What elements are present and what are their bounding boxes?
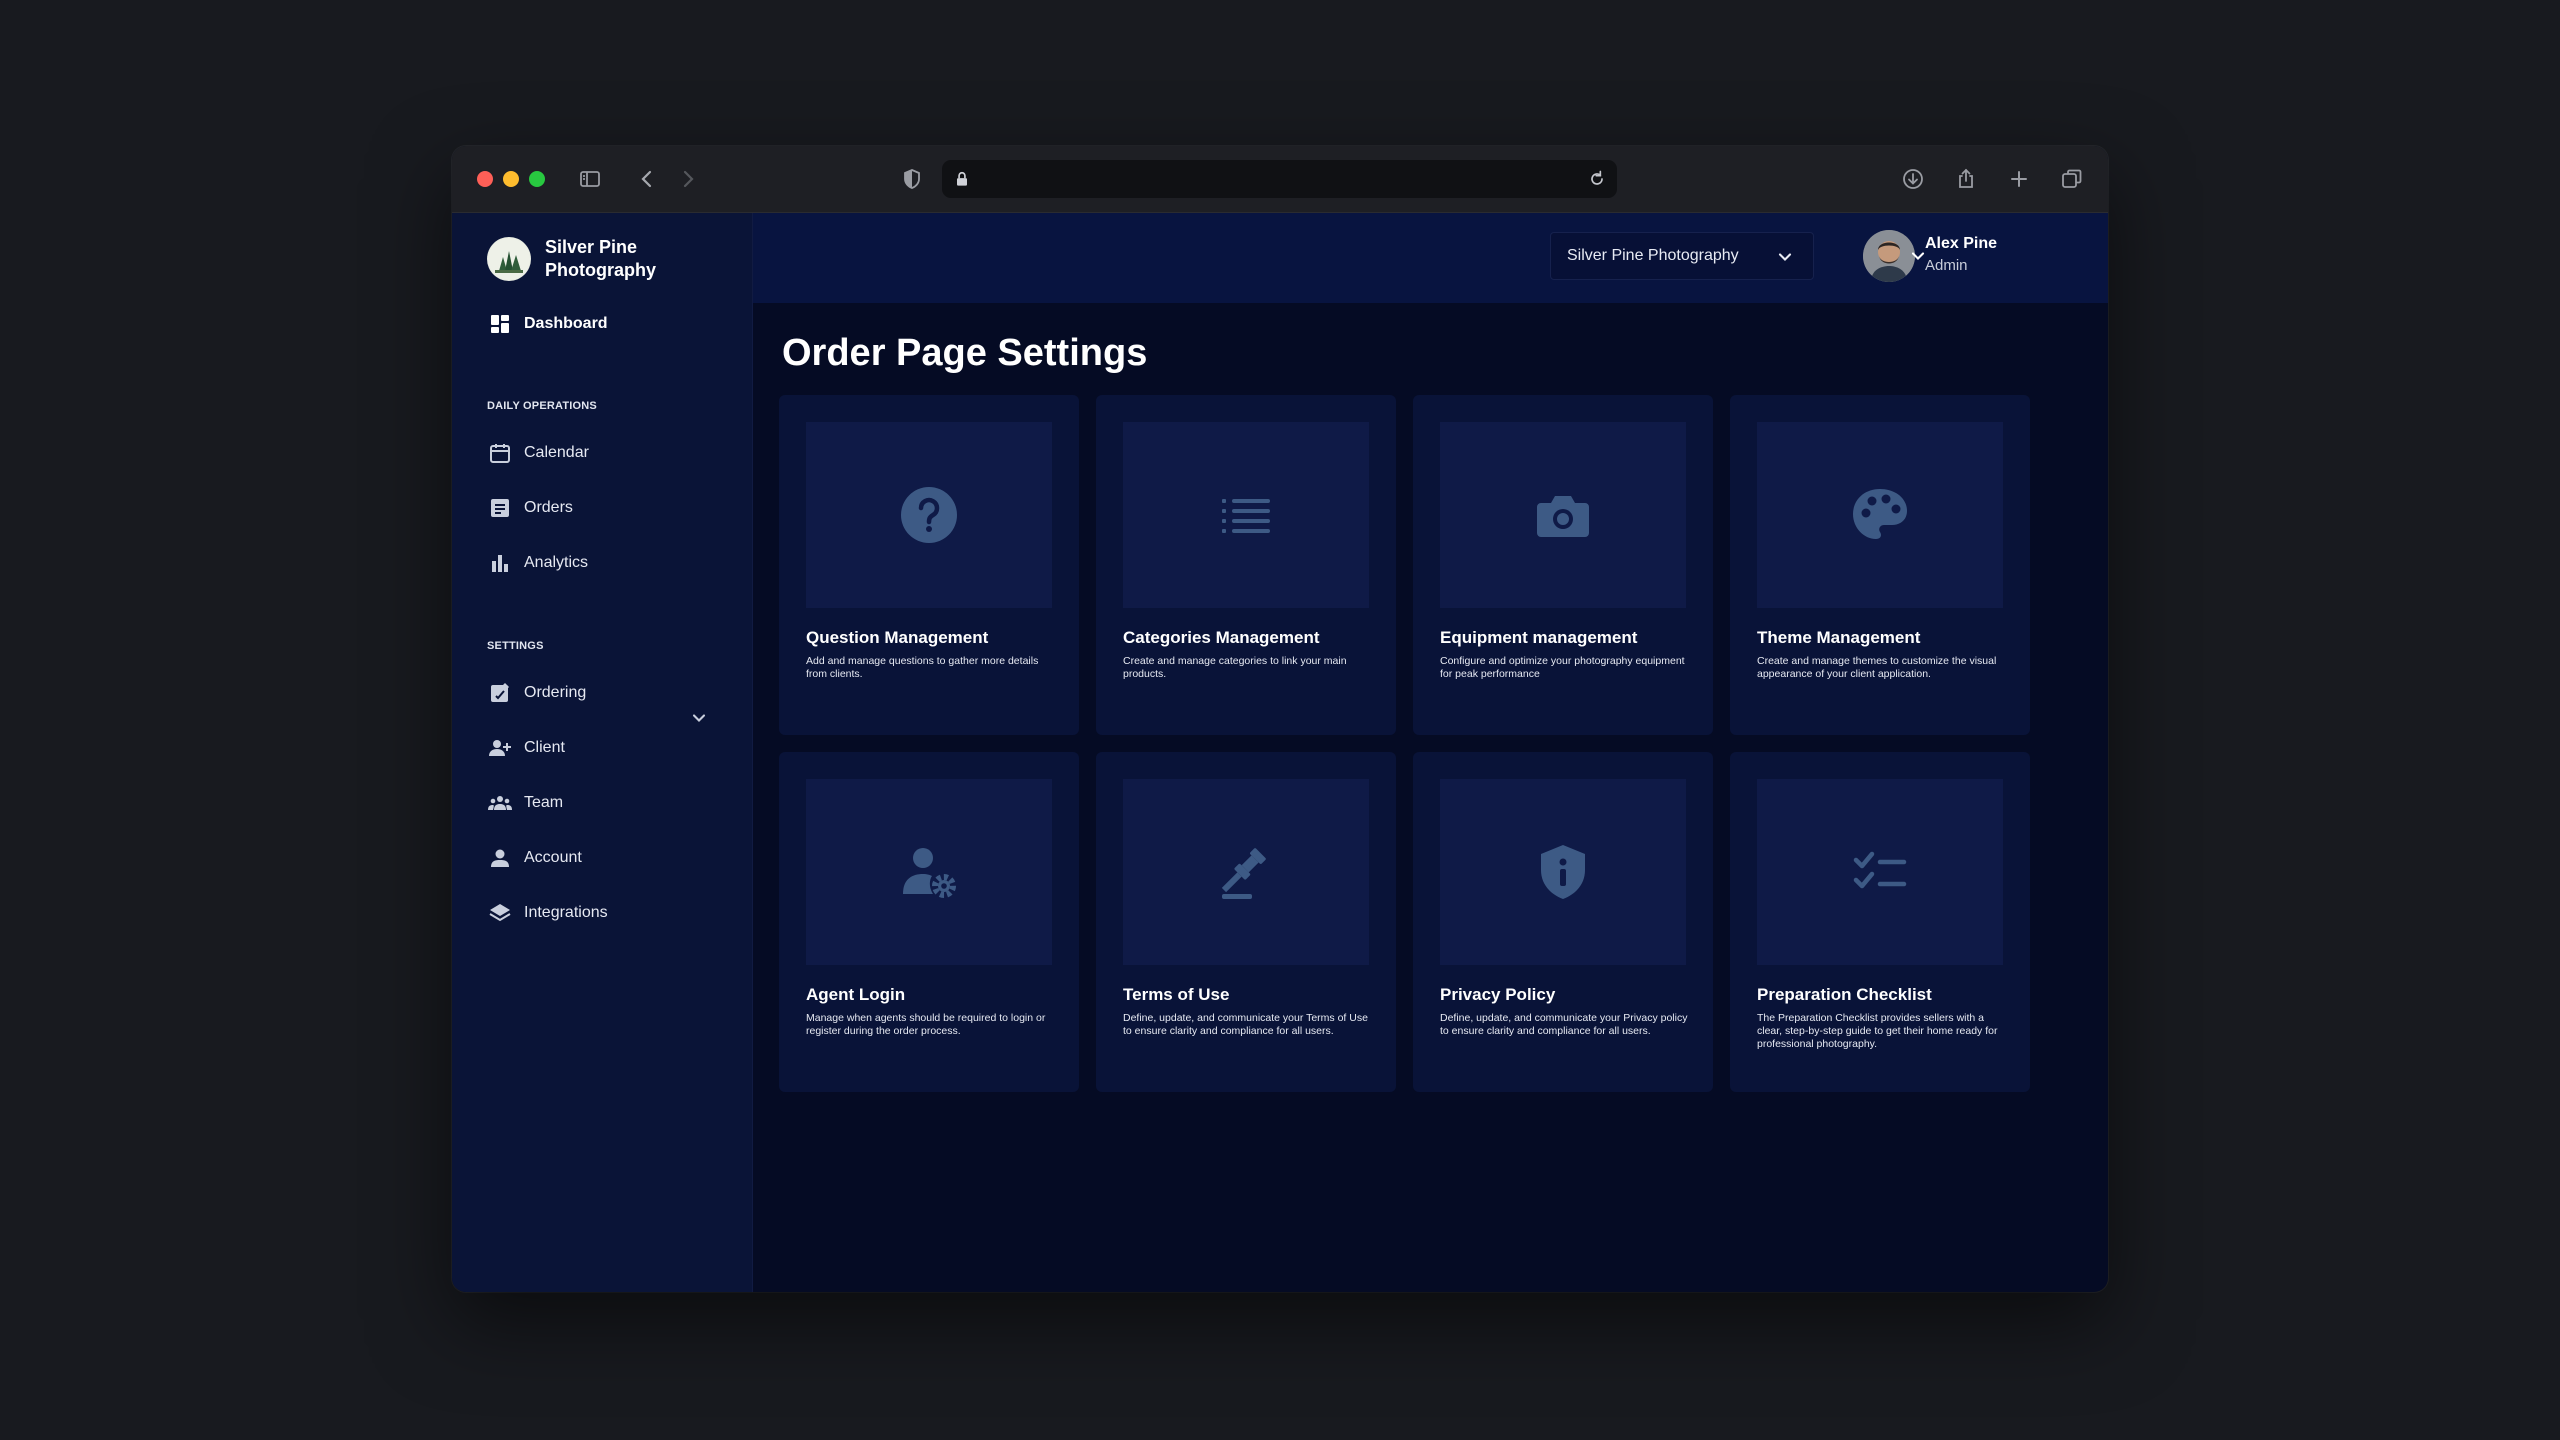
address-bar[interactable]: [942, 160, 1617, 198]
new-tab-icon[interactable]: [2004, 164, 2034, 194]
ordering-chevron-down-icon[interactable]: [689, 708, 709, 728]
share-icon[interactable]: [1951, 164, 1981, 194]
card-equipment-management[interactable]: Equipment management Configure and optim…: [1413, 395, 1713, 735]
privacy-shield-icon[interactable]: [897, 164, 927, 194]
section-settings: SETTINGS: [487, 640, 544, 652]
card-title: Privacy Policy: [1440, 985, 1556, 1004]
card-agent-login[interactable]: Agent Login Manage when agents should be…: [779, 752, 1079, 1092]
nav-team[interactable]: Team: [488, 791, 563, 815]
nav-dashboard[interactable]: Dashboard: [488, 312, 608, 336]
card-description: The Preparation Checklist provides selle…: [1757, 1012, 1998, 1050]
nav-analytics[interactable]: Analytics: [488, 551, 588, 575]
nav-client[interactable]: Client: [488, 736, 565, 760]
card-title: Question Management: [806, 628, 989, 647]
browser-titlebar: [452, 146, 2108, 213]
ordering-icon: [491, 683, 509, 702]
zoom-window-button[interactable]: [529, 171, 545, 187]
card-title: Theme Management: [1757, 628, 1921, 647]
sidebar: Silver Pine Photography Dashboard DAILY …: [452, 213, 753, 1292]
card-thumbnail: [1440, 422, 1686, 608]
user-menu[interactable]: Alex Pine Admin: [1863, 230, 1997, 282]
card-description: Define, update, and communicate your Ter…: [1123, 1012, 1368, 1037]
forward-icon[interactable]: [673, 164, 703, 194]
brand-name: Silver Pine Photography: [545, 237, 656, 280]
nav-analytics-label: Analytics: [524, 554, 589, 571]
brand-logo-icon: [487, 237, 531, 281]
calendar-icon: [490, 444, 510, 463]
nav-orders[interactable]: Orders: [488, 496, 573, 520]
card-thumbnail: [1123, 422, 1369, 608]
nav-dashboard-label: Dashboard: [524, 315, 608, 332]
question-circle-icon: [901, 487, 957, 543]
card-privacy-policy[interactable]: Privacy Policy Define, update, and commu…: [1413, 752, 1713, 1092]
card-thumbnail: [1123, 779, 1369, 965]
nav-integrations-label: Integrations: [524, 904, 608, 921]
organization-select-value: Silver Pine Photography: [1567, 247, 1739, 264]
card-title: Preparation Checklist: [1757, 985, 1932, 1004]
account-icon: [491, 849, 509, 867]
tab-overview-icon[interactable]: [2057, 164, 2087, 194]
card-question-management[interactable]: Question Management Add and manage quest…: [779, 395, 1079, 735]
card-title: Agent Login: [806, 985, 906, 1004]
user-name: Alex Pine: [1925, 235, 1998, 252]
user-menu-chevron-down-icon[interactable]: [1908, 246, 1928, 266]
camera-icon: [1537, 496, 1589, 537]
layers-icon: [489, 904, 511, 922]
card-thumbnail: [1757, 422, 2003, 608]
page-title: Order Page Settings: [782, 332, 1148, 374]
team-icon: [488, 796, 512, 810]
nav-team-label: Team: [524, 794, 564, 811]
card-terms-of-use[interactable]: Terms of Use Define, update, and communi…: [1096, 752, 1396, 1092]
card-thumbnail: [1440, 779, 1686, 965]
nav-ordering-label: Ordering: [524, 684, 587, 701]
top-header: Silver Pine Photography Alex Pine Admin: [753, 213, 2108, 303]
card-thumbnail: [1757, 779, 2003, 965]
dashboard-icon: [491, 315, 509, 333]
card-thumbnail: [806, 779, 1052, 965]
card-title: Equipment management: [1440, 628, 1638, 647]
card-description: Configure and optimize your photography …: [1440, 655, 1685, 680]
nav-client-label: Client: [524, 739, 565, 756]
brand[interactable]: Silver Pine Photography: [487, 236, 675, 282]
reload-icon[interactable]: [1587, 169, 1607, 189]
nav-calendar[interactable]: Calendar: [488, 441, 589, 465]
card-description: Add and manage questions to gather more …: [806, 655, 1039, 680]
card-theme-management[interactable]: Theme Management Create and manage theme…: [1730, 395, 2030, 735]
sidebar-toggle-icon[interactable]: [575, 164, 605, 194]
nav-account[interactable]: Account: [488, 846, 582, 870]
card-description: Create and manage categories to link you…: [1123, 655, 1347, 680]
shield-info-icon: [1541, 845, 1585, 899]
nav-orders-label: Orders: [524, 499, 573, 516]
card-categories-management[interactable]: Categories Management Create and manage …: [1096, 395, 1396, 735]
list-icon: [1222, 499, 1270, 533]
card-description: Manage when agents should be required to…: [806, 1012, 1046, 1037]
user-role: Admin: [1925, 257, 1968, 274]
lock-icon: [952, 169, 972, 189]
palette-icon: [1853, 489, 1907, 539]
user-gear-icon: [903, 848, 956, 898]
card-thumbnail: [806, 422, 1052, 608]
browser-window: Silver Pine Photography Dashboard DAILY …: [452, 146, 2108, 1292]
minimize-window-button[interactable]: [503, 171, 519, 187]
card-preparation-checklist[interactable]: Preparation Checklist The Preparation Ch…: [1730, 752, 2030, 1092]
nav-integrations[interactable]: Integrations: [488, 901, 608, 925]
chevron-down-icon: [1775, 247, 1795, 267]
close-window-button[interactable]: [477, 171, 493, 187]
nav-ordering[interactable]: Ordering: [488, 681, 586, 705]
organization-select[interactable]: Silver Pine Photography: [1550, 232, 1814, 280]
card-description: Create and manage themes to customize th…: [1757, 655, 1997, 680]
card-description: Define, update, and communicate your Pri…: [1440, 1012, 1688, 1037]
card-title: Terms of Use: [1123, 985, 1230, 1004]
orders-icon: [491, 499, 509, 517]
add-user-icon: [489, 740, 511, 756]
analytics-icon: [492, 555, 508, 572]
checklist-icon: [1853, 851, 1907, 889]
gavel-icon: [1221, 848, 1266, 899]
nav-account-label: Account: [524, 849, 582, 866]
downloads-icon[interactable]: [1898, 164, 1928, 194]
section-daily-operations: DAILY OPERATIONS: [487, 400, 597, 412]
nav-calendar-label: Calendar: [524, 444, 589, 461]
back-icon[interactable]: [632, 164, 662, 194]
card-title: Categories Management: [1123, 628, 1320, 647]
